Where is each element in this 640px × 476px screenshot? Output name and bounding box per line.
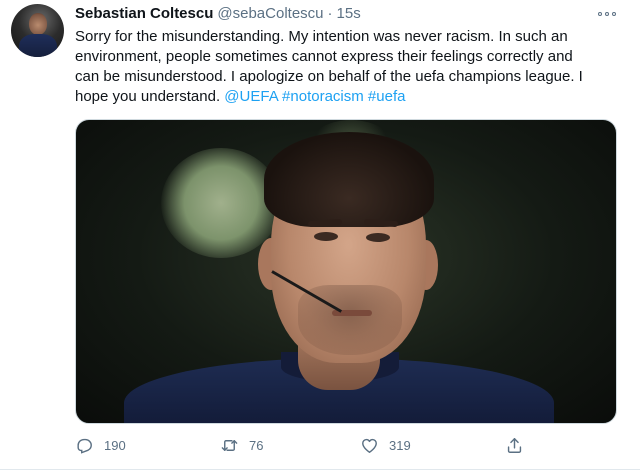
tweet-text-end: hope you understand. [75,88,221,105]
retweet-icon [221,439,238,451]
more-dot [612,12,616,16]
tweet-text-line: Sorry for the misunderstanding. My inten… [75,28,568,45]
hashtag-uefa-link[interactable]: #uefa [368,88,406,105]
tweet-divider [0,469,640,470]
share-icon [507,437,522,453]
user-handle[interactable]: @sebaColtescu [217,5,323,22]
tweet-header: Sebastian Coltescu @sebaColtescu · 15s [75,5,361,25]
referee-hair [264,132,434,227]
separator-dot: · [327,5,333,22]
user-name[interactable]: Sebastian Coltescu [75,5,213,22]
like-count: 319 [389,437,411,453]
avatar-shirt [19,34,57,57]
avatar[interactable] [11,4,64,57]
reply-icon [77,438,92,454]
tweet-text-line: can be misunderstood. I apologize on beh… [75,68,583,85]
reply-count: 190 [104,437,126,453]
referee-eye [314,232,338,241]
share-button[interactable] [505,432,524,458]
tweet-text: Sorry for the misunderstanding. My inten… [75,27,630,107]
reply-button[interactable]: 190 [75,432,126,458]
referee-eye [366,233,390,242]
more-dot [605,12,609,16]
more-options-icon[interactable] [598,9,620,19]
retweet-count: 76 [249,437,264,453]
tweet[interactable]: Sebastian Coltescu @sebaColtescu · 15s S… [0,0,640,476]
tweet-text-line: environment, people sometimes cannot exp… [75,48,573,65]
like-button[interactable]: 319 [360,432,411,458]
tweet-actions: 190 76 319 [75,432,555,458]
tweet-text-line-last: hope you understand. @UEFA #notoracism #… [75,87,630,107]
mention-uefa-link[interactable]: @UEFA [224,88,278,105]
heart-icon [362,438,377,453]
more-dot [598,12,602,16]
retweet-button[interactable]: 76 [220,432,263,458]
avatar-head [29,13,47,35]
tweet-timestamp[interactable]: 15s [337,5,361,22]
hashtag-notoracism-link[interactable]: #notoracism [282,88,364,105]
tweet-media-photo[interactable] [75,119,617,424]
